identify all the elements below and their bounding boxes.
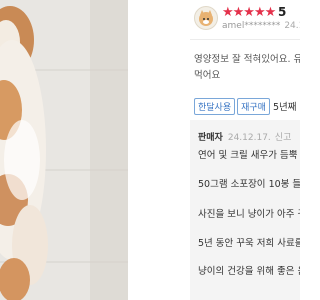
- reviewer-id: amel********: [222, 21, 281, 31]
- seller-reply-header: 판매자 24.12.17. 신고: [198, 130, 291, 143]
- reviewer-meta: amel********24.12.: [222, 21, 300, 31]
- tag-repurchase: 재구매: [237, 98, 270, 115]
- review-text-line: 영양정보 잘 적혀있어요. 유통: [194, 54, 300, 65]
- seller-reply-date: 24.12.17.: [227, 133, 271, 143]
- tag-one-month-use: 한달사용: [194, 98, 236, 115]
- review-text[interactable]: 영양정보 잘 적혀있어요. 유통 먹어요: [194, 52, 300, 84]
- seller-reply-line: 연어 및 크릴 새우가 듬뿍 들: [198, 150, 300, 161]
- review-text-line: 먹어요: [194, 70, 221, 81]
- review-date: 24.12.: [284, 21, 300, 31]
- seller-reply-line: 사진을 보니 냥이가 아주 귀: [198, 209, 300, 220]
- divider: [190, 39, 300, 40]
- seller-reply-line: 5년 동안 꾸욱 저희 사료를: [198, 238, 300, 249]
- review-tags: 한달사용재구매5년째 여기: [194, 98, 300, 115]
- report-link[interactable]: 신고: [275, 133, 292, 143]
- seller-reply-line: 50그램 소포장이 10봉 들어: [198, 179, 300, 190]
- seller-reply: 판매자 24.12.17. 신고 연어 및 크릴 새우가 듬뿍 들 50그램 소포장…: [190, 120, 300, 300]
- rating-score: 5: [278, 5, 287, 19]
- seller-reply-line: 냥이의 건강을 위해 좋은 음: [198, 266, 300, 277]
- review-card: ★★★★★ 5 amel********24.12. 영양정보 잘 적혀있어요.…: [128, 0, 300, 300]
- tag-summary-text: 5년째 여기: [272, 102, 300, 113]
- review-photo[interactable]: [0, 0, 128, 300]
- seller-label: 판매자: [198, 133, 223, 143]
- cat-photo-image: [0, 0, 128, 300]
- rating-stars: ★★★★★: [222, 5, 276, 20]
- cat-avatar-icon: [194, 6, 218, 30]
